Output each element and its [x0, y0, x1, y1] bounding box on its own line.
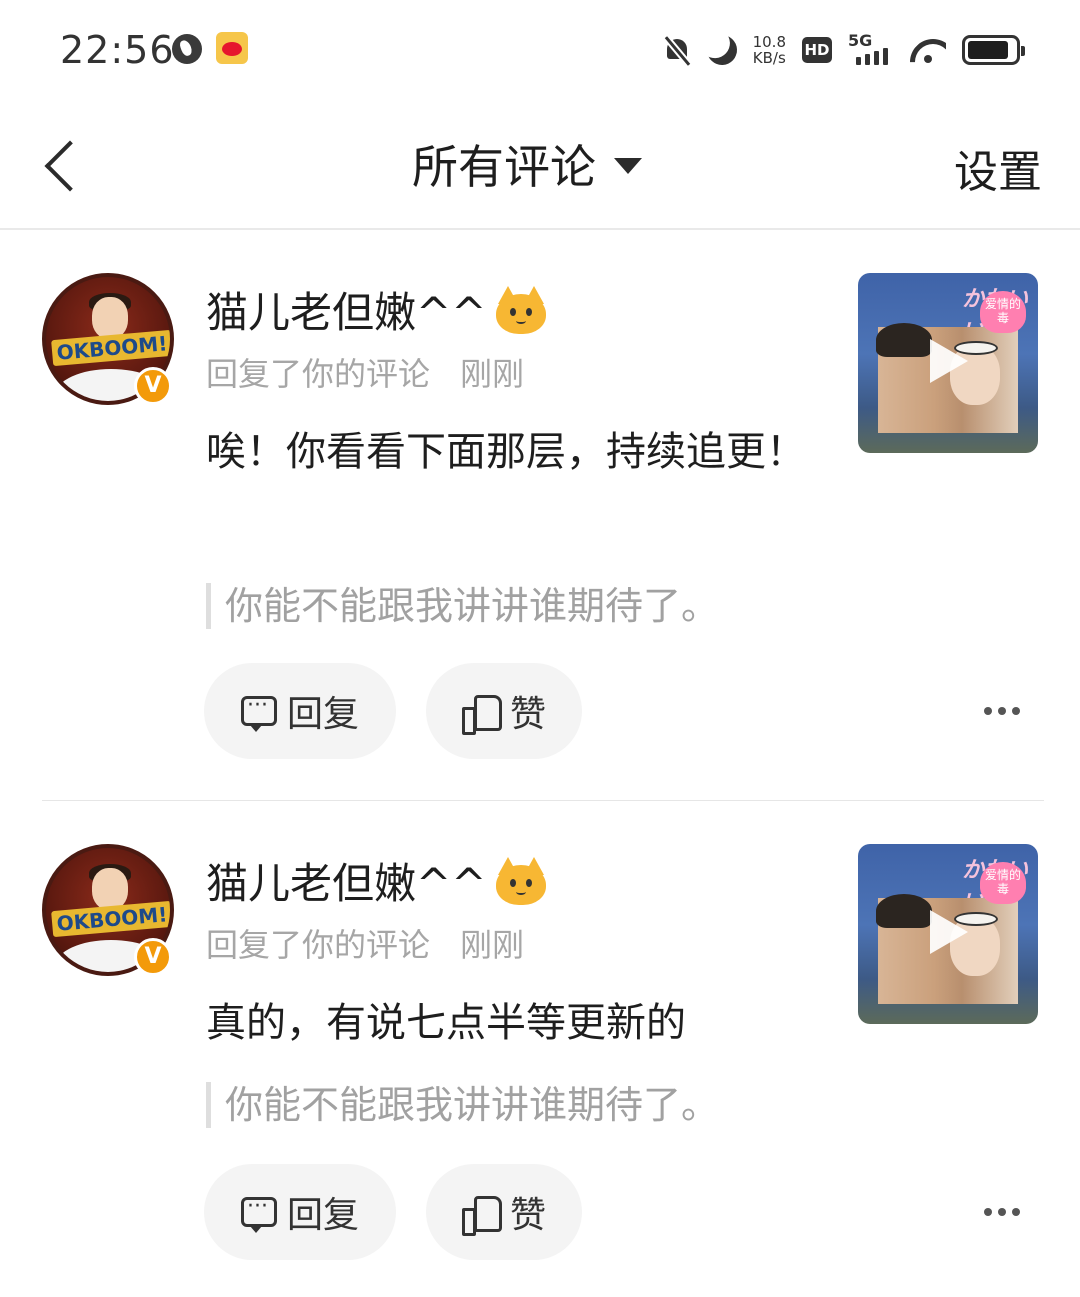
play-icon — [930, 910, 968, 954]
username[interactable]: 猫儿老但嫩^^ — [206, 850, 548, 911]
comment-content: 真的，有说七点半等更新的 — [206, 1000, 686, 1046]
wifi-icon — [910, 35, 946, 65]
timestamp: 刚刚 — [460, 926, 525, 964]
action-text: 回复了你的评论 — [206, 926, 431, 964]
net-speed: 10.8 KB/s — [752, 33, 786, 67]
like-label: 赞 — [509, 694, 546, 735]
action-text: 回复了你的评论 — [206, 355, 431, 393]
username[interactable]: 猫儿老但嫩^^ — [206, 279, 548, 340]
thumbs-up-icon — [461, 693, 502, 735]
like-button[interactable]: 赞 — [426, 663, 582, 759]
username-text: 猫儿老但嫩^^ — [206, 288, 487, 337]
thumbnail-badge: 爱情的毒 — [980, 291, 1026, 333]
thumbs-up-icon — [461, 1194, 502, 1236]
more-options-icon[interactable] — [984, 1208, 1020, 1218]
video-thumbnail[interactable]: かわいい 爱情的毒 — [858, 273, 1038, 453]
like-button[interactable]: 赞 — [426, 1164, 582, 1260]
comment-meta: 回复了你的评论 刚刚 — [206, 349, 524, 395]
nav-bar: 所有评论 设置 — [0, 100, 1080, 230]
video-thumbnail[interactable]: かわいい 爱情的毒 — [858, 844, 1038, 1024]
status-time: 22:56 — [60, 28, 175, 72]
cat-emoji-icon — [494, 856, 548, 905]
back-arrow-icon[interactable] — [40, 134, 84, 194]
like-label: 赞 — [509, 1195, 546, 1236]
comment-meta: 回复了你的评论 刚刚 — [206, 920, 524, 966]
play-icon — [930, 339, 968, 383]
cat-emoji-icon — [494, 285, 548, 334]
reply-button[interactable]: 回复 — [204, 663, 396, 759]
timestamp: 刚刚 — [460, 355, 525, 393]
thumbnail-badge: 爱情的毒 — [980, 862, 1026, 904]
status-icons: 10.8 KB/s HD 5G — [663, 30, 1025, 70]
moon-icon — [702, 31, 740, 69]
avatar-text: OKBOOM! — [51, 900, 170, 938]
mute-bell-icon — [663, 35, 691, 65]
page-title: 所有评论 — [412, 140, 596, 194]
reply-label: 回复 — [286, 1195, 359, 1236]
reply-button[interactable]: 回复 — [204, 1164, 396, 1260]
more-options-icon[interactable] — [984, 707, 1020, 717]
reply-label: 回复 — [286, 694, 359, 735]
username-text: 猫儿老但嫩^^ — [206, 859, 487, 908]
filter-dropdown[interactable]: 所有评论 — [412, 134, 642, 194]
battery-icon — [962, 35, 1025, 65]
verified-badge-icon: V — [134, 938, 172, 976]
weibo-icon — [216, 32, 248, 64]
divider — [42, 800, 1044, 801]
comment-bubble-icon — [240, 1192, 277, 1233]
avatar-text: OKBOOM! — [51, 329, 170, 367]
status-bar: 22:56 10.8 KB/s HD 5G — [0, 0, 1080, 100]
comment-bubble-icon — [240, 691, 277, 732]
signal-icon: 5G — [848, 31, 894, 67]
comment-content: 唉！你看看下面那层，持续追更！ — [206, 429, 806, 475]
quoted-comment[interactable]: 你能不能跟我讲讲谁期待了。 — [206, 583, 719, 629]
verified-badge-icon: V — [134, 367, 172, 405]
globe-icon — [172, 34, 202, 64]
quoted-comment[interactable]: 你能不能跟我讲讲谁期待了。 — [206, 1082, 719, 1128]
caret-down-icon — [614, 158, 642, 174]
settings-button[interactable]: 设置 — [954, 136, 1042, 200]
hd-icon: HD — [802, 37, 832, 63]
